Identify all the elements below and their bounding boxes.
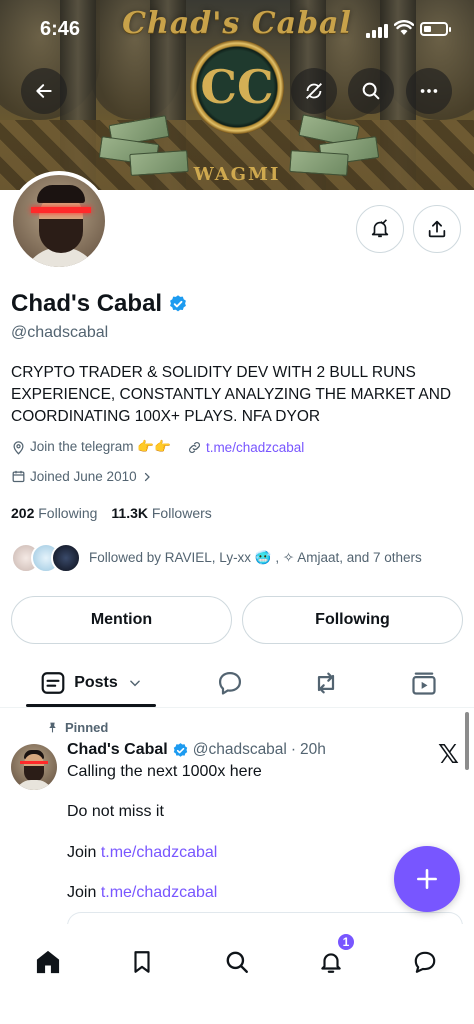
followers-count: 11.3K [111,505,148,521]
post-author-avatar[interactable] [11,744,57,790]
profile-meta-row: Join the telegram 👉👉 t.me/chadzcabal [11,439,304,455]
status-bar: 6:46 [0,0,474,58]
share-button[interactable] [413,205,461,253]
following-count: 202 [11,505,35,521]
home-icon [36,950,60,974]
post-author-name[interactable]: Chad's Cabal [67,741,168,759]
nav-messages[interactable] [397,934,453,990]
reply-icon [218,671,242,695]
more-icon [420,89,438,93]
more-button[interactable] [406,68,452,114]
compose-button[interactable] [394,846,460,912]
profile-bio: CRYPTO TRADER & SOLIDITY DEV WITH 2 BULL… [11,364,452,425]
bell-check-icon [371,219,389,238]
profile-name-row: Chad's Cabal [11,290,188,318]
profile-tabs: Posts [0,660,474,708]
post-header: Chad's Cabal @chadscabal · 20h [67,741,326,759]
notifications-toggle-button[interactable] [356,205,404,253]
tab-media[interactable] [396,660,452,706]
tab-replies[interactable] [202,660,258,706]
mention-button[interactable]: Mention [11,596,232,644]
back-button[interactable] [21,68,67,114]
pinned-label: Pinned [65,720,109,735]
post-join-prefix: Join [67,844,97,861]
chevron-right-icon [144,472,150,481]
chevron-down-icon [129,680,140,687]
post-author-handle: @chadscabal [192,741,287,758]
post-telegram-link[interactable]: t.me/chadzcabal [101,884,218,901]
post-separator: · [290,741,297,758]
verified-icon[interactable] [168,294,188,314]
search-icon [362,82,380,100]
tab-posts[interactable]: Posts [26,660,156,706]
following-button[interactable]: Following [242,596,463,644]
followers-count-label: Followers [151,505,212,521]
search-icon [226,951,248,973]
cellular-signal-icon [366,24,388,38]
verified-icon [173,742,187,757]
follow-counts: 202 Following 11.3K Followers [11,505,212,521]
followed-by-row[interactable]: Followed by RAVIEL, Ly-xx 🥶 , ✧ Amjaat, … [11,543,422,573]
profile-joined-date: Joined June 2010 [30,469,137,484]
tab-reposts[interactable] [298,660,354,706]
pinned-indicator: Pinned [46,720,108,735]
posts-icon [41,672,65,694]
wifi-icon [394,20,414,35]
profile-website-link[interactable]: t.me/chadzcabal [206,440,304,455]
profile-location: Join the telegram 👉👉 [30,439,171,454]
bottom-navigation [0,924,474,1024]
share-icon [428,220,446,238]
profile-name: Chad's Cabal [11,290,163,317]
back-arrow-icon [36,84,52,98]
joined-row[interactable]: Joined June 2010 [11,469,153,484]
emblem-text: CC [200,60,274,114]
sync-off-button[interactable] [291,68,337,114]
calendar-icon [12,470,25,483]
follower-avatar [51,543,81,573]
search-button[interactable] [348,68,394,114]
status-time: 6:46 [40,18,81,40]
following-count-label: Following [38,505,98,521]
bookmark-icon [134,951,150,973]
tab-posts-label: Posts [74,674,118,691]
refresh-off-icon [306,83,322,99]
pin-icon [49,722,56,733]
profile-avatar[interactable] [9,171,109,271]
profile-handle: @chadscabal [11,324,109,341]
post-text-line: Do not miss it [67,803,164,820]
notifications-badge: 1 [336,932,356,952]
messages-icon [414,951,436,973]
battery-icon [420,22,451,36]
nav-search[interactable] [209,934,265,990]
followers-count-link[interactable]: 11.3K Followers [111,505,211,521]
location-icon [13,440,24,455]
tab-active-indicator [26,704,156,707]
media-icon [412,672,436,695]
post-join-line: Join t.me/chadzcabal [67,884,217,902]
link-icon [188,441,200,453]
x-logo-icon: 𝕏 [438,740,459,770]
repost-icon [317,672,335,694]
post-join-line: Join t.me/chadzcabal [67,844,217,862]
followed-by-text: Followed by RAVIEL, Ly-xx 🥶 , ✧ Amjaat, … [89,550,422,565]
post-text-line: Calling the next 1000x here [67,763,262,780]
post-time: 20h [300,741,326,758]
post-telegram-link[interactable]: t.me/chadzcabal [101,844,218,861]
following-count-link[interactable]: 202 Following [11,505,97,521]
notifications-icon [321,953,341,973]
post-join-prefix: Join [67,884,97,901]
plus-icon [417,869,437,889]
nav-bookmarks[interactable] [114,934,170,990]
nav-home[interactable] [20,934,76,990]
scrollbar[interactable] [465,712,469,770]
